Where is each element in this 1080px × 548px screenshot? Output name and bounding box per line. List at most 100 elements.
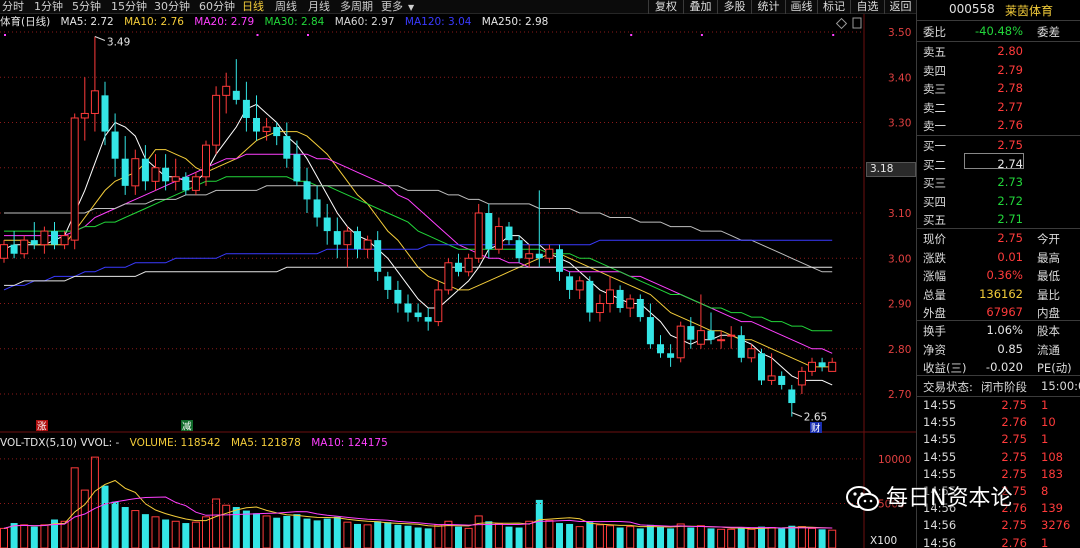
candle-body	[363, 239, 372, 250]
ma-line-ma250	[4, 266, 833, 286]
y-tick-label-7: 2.80	[888, 344, 911, 356]
tool-button-2[interactable]: 多股	[717, 0, 751, 14]
period-tab-6[interactable]: 日线	[242, 0, 264, 13]
candle-body	[797, 370, 806, 386]
candle-body	[253, 117, 260, 132]
candle-28	[283, 122, 291, 168]
candle-body	[707, 330, 715, 340]
quote-right-label: 今开	[1037, 232, 1060, 246]
quote-value: 2.75	[997, 231, 1023, 245]
quote-row-1: 涨跌 0.01 最高	[917, 248, 1080, 266]
tool-button-0[interactable]: 复权	[648, 0, 683, 14]
bid-price: 2.72	[997, 193, 1023, 208]
candle-body	[464, 257, 473, 273]
candle-48	[485, 203, 493, 259]
candle-body	[595, 303, 604, 314]
candle-49	[494, 217, 503, 254]
stat-right-label: PE(动)	[1037, 361, 1072, 375]
candle-body	[283, 136, 291, 159]
tool-button-7[interactable]: 返回	[884, 0, 916, 14]
kline-chart[interactable]: 3.503.403.303.203.103.002.902.802.703.49…	[0, 14, 916, 548]
candle-body	[808, 361, 816, 372]
event-dot-2	[307, 34, 309, 36]
webi-value: -40.48%	[975, 24, 1023, 38]
candle-77	[778, 371, 786, 390]
stat-right-label: 流通	[1037, 342, 1060, 357]
period-tab-10[interactable]: 更多	[381, 0, 403, 13]
diamond-icon	[835, 17, 848, 30]
period-tab-0[interactable]: 分时	[2, 0, 24, 13]
quote-row-2: 涨幅 0.36% 最低	[917, 266, 1080, 284]
period-tab-2[interactable]: 5分钟	[72, 0, 101, 13]
header-divider	[917, 20, 1080, 21]
volume-bar-16	[162, 519, 170, 548]
tool-button-1[interactable]: 叠加	[683, 0, 717, 14]
bid-label: 买三	[923, 176, 946, 190]
candle-81	[818, 357, 826, 372]
tick-qty: 1	[1041, 535, 1049, 548]
volume-bar-25	[253, 513, 260, 548]
quote-label: 总量	[923, 287, 946, 302]
candle-body	[717, 339, 726, 342]
tick-row-3: 14:55 2.75 108	[917, 449, 1080, 466]
period-toolbar: 分时 1分钟 5分钟 15分钟 30分钟 60分钟 日线 周线 月线 多周期 更多 ▼ 复权 叠加 多股 统计…	[0, 0, 916, 14]
candle-43	[434, 280, 443, 327]
candle-body	[737, 335, 745, 358]
fin-marker: 财	[811, 423, 821, 435]
candle-25	[253, 95, 260, 141]
quote-value: 67967	[986, 305, 1023, 319]
quote-label: 涨幅	[923, 269, 946, 283]
stat-right-label: 股本	[1037, 324, 1060, 338]
volume-bar-24	[242, 510, 250, 548]
candle-55	[556, 244, 563, 281]
candle-7	[70, 113, 79, 250]
candle-35	[354, 226, 361, 259]
period-tab-9[interactable]: 多周期	[340, 0, 373, 13]
candle-8	[80, 77, 89, 141]
candle-body	[212, 94, 221, 146]
volume-bar-52	[525, 520, 534, 548]
period-tab-5[interactable]: 60分钟	[199, 0, 235, 13]
low-pointer	[791, 412, 802, 418]
tool-button-6[interactable]: 自选	[850, 0, 884, 14]
candle-67	[676, 321, 685, 363]
tick-price: 2.76	[1001, 415, 1027, 430]
candle-body	[696, 330, 705, 345]
candle-body	[646, 317, 654, 345]
ask-label: 卖二	[923, 100, 946, 115]
period-tab-4[interactable]: 30分钟	[154, 0, 190, 13]
stock-header: 000558 莱茵体育	[917, 0, 1080, 20]
candle-14	[141, 145, 149, 191]
candle-body	[70, 117, 79, 241]
volume-bar-45	[455, 526, 462, 548]
stat-row-0: 换手 1.06% 股本	[917, 321, 1080, 339]
period-tab-7[interactable]: 周线	[275, 0, 297, 13]
candle-22	[222, 72, 231, 114]
candles	[0, 36, 837, 417]
tool-button-3[interactable]: 统计	[751, 0, 785, 14]
candle-15	[151, 154, 160, 191]
quote-right-label: 最低	[1037, 269, 1060, 283]
volume-bar-37	[374, 521, 382, 548]
ask-label: 卖四	[923, 63, 946, 78]
tick-row-1: 14:55 2.76 10	[917, 414, 1080, 431]
period-tab-3[interactable]: 15分钟	[111, 0, 147, 13]
tick-qty: 10	[1041, 415, 1056, 430]
period-tab-8[interactable]: 月线	[308, 0, 330, 13]
candle-13	[131, 149, 140, 195]
bid-label: 买四	[923, 194, 946, 209]
candle-body	[687, 326, 695, 340]
tool-button-5[interactable]: 标记	[817, 0, 850, 14]
quote-panel: 000558 莱茵体育 委比 -40.48% 委差 卖五 2.80 卖四 2.79 卖三 2.7…	[916, 0, 1080, 548]
volume-bar-47	[474, 515, 483, 548]
candle-71	[717, 330, 726, 349]
price-grid: 3.503.403.303.203.103.002.902.802.70	[0, 27, 911, 401]
quote-row-4: 外盘 67967 内盘	[917, 303, 1080, 321]
candle-body	[10, 244, 18, 254]
candle-78	[788, 384, 796, 417]
period-tab-1[interactable]: 1分钟	[34, 0, 63, 13]
candle-body	[616, 289, 624, 309]
volume-bar-26	[262, 515, 271, 548]
tool-button-4[interactable]: 画线	[785, 0, 817, 14]
candle-75	[758, 348, 765, 385]
